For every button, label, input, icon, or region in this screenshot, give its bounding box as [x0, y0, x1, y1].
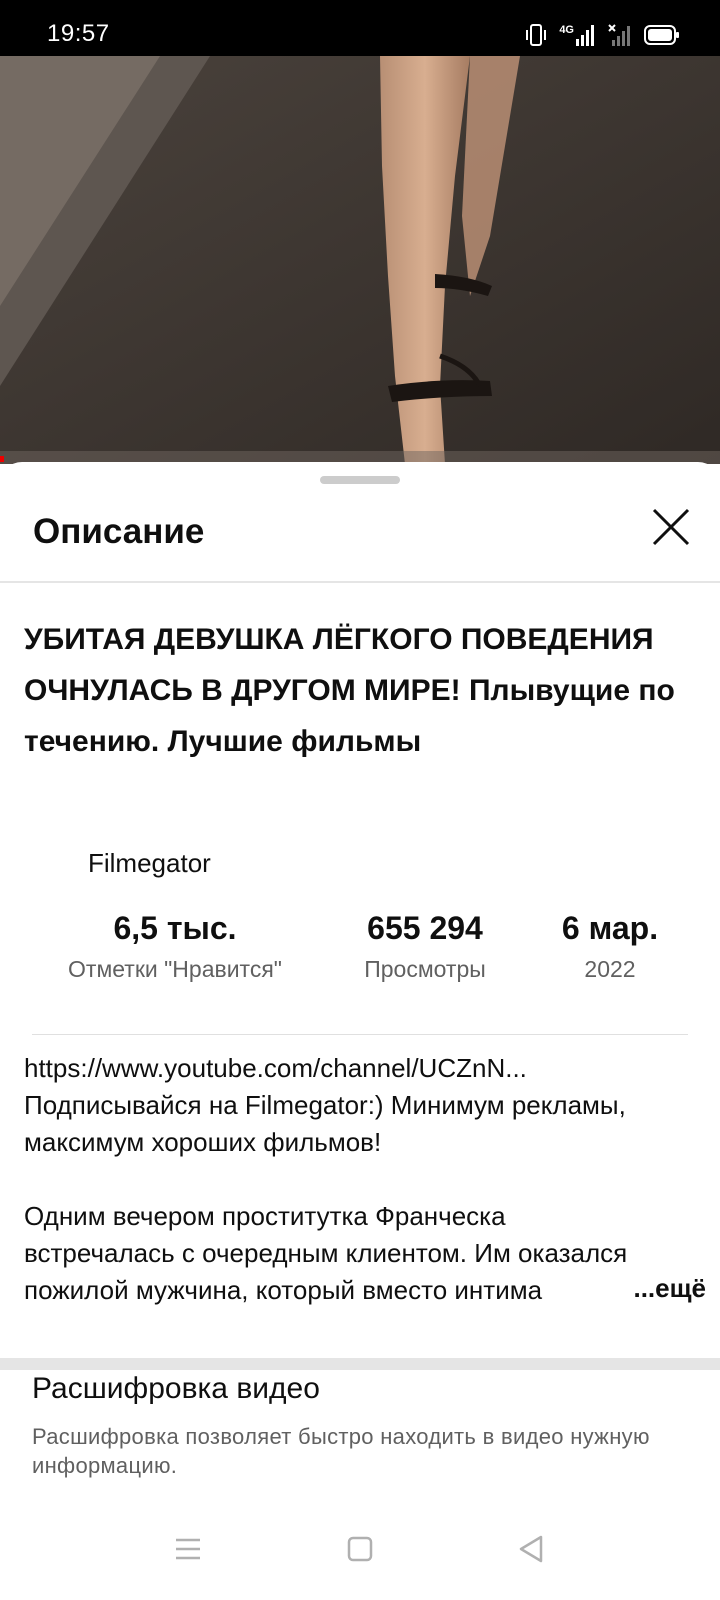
description-line: Подписывайся на Filmegator:) Минимум рек… — [24, 1090, 626, 1120]
home-square-icon — [347, 1536, 373, 1562]
more-container: ...ещё — [559, 1270, 706, 1307]
signal-4g-icon: 4G — [559, 24, 596, 46]
views-label: Просмотры — [364, 956, 486, 982]
description-line: встречалась с очередным клиентом. Им ока… — [24, 1238, 628, 1268]
header-divider — [0, 581, 720, 583]
description-line: Одним вечером проститутка Франческа — [24, 1201, 506, 1231]
transcript-title: Расшифровка видео — [32, 1372, 320, 1405]
description-spacer — [24, 1161, 700, 1198]
views-count: 655 294 — [367, 910, 483, 946]
battery-icon — [644, 25, 679, 45]
publish-date: 6 мар. — [561, 910, 659, 946]
network-type-label: 4G — [559, 24, 574, 36]
signal-no-sim-icon — [608, 24, 630, 46]
stats-divider — [32, 1034, 688, 1035]
section-separator — [0, 1358, 720, 1370]
video-player[interactable] — [0, 56, 720, 464]
likes-count: 6,5 тыс. — [113, 910, 237, 946]
likes-label: Отметки "Нравится" — [68, 956, 282, 982]
transcript-description: Расшифровка позволяет быстро находить в … — [32, 1424, 650, 1478]
show-more-button[interactable]: ...ещё — [629, 1273, 706, 1304]
description-link[interactable]: https://www.youtube.com/channel/UCZnN... — [24, 1050, 700, 1087]
views-stat: 655 294 Просмотры — [330, 908, 520, 983]
home-button[interactable] — [335, 1524, 385, 1574]
menu-icon — [176, 1538, 200, 1560]
status-icons: 4G — [525, 22, 680, 48]
video-frame — [0, 56, 720, 464]
likes-stat: 6,5 тыс. Отметки "Нравится" — [40, 908, 310, 983]
close-button[interactable] — [646, 502, 696, 552]
menu-button[interactable] — [163, 1524, 213, 1574]
video-title: УБИТАЯ ДЕВУШКА ЛЁГКОГО ПОВЕДЕНИЯ ОЧНУЛАС… — [24, 623, 675, 758]
sheet-title: Описание — [33, 512, 205, 551]
more-fade — [559, 1270, 630, 1307]
back-button[interactable] — [506, 1524, 556, 1574]
close-icon — [652, 508, 690, 546]
status-time: 19:57 — [47, 20, 110, 47]
vibrate-icon — [526, 24, 547, 46]
description-line: максимум хороших фильмов! — [24, 1127, 382, 1157]
video-progress-bar[interactable] — [0, 456, 4, 462]
back-triangle-icon — [519, 1535, 543, 1563]
system-nav-bar — [0, 1500, 720, 1600]
description-sheet: Описание УБИТАЯ ДЕВУШКА ЛЁГКОГО ПОВЕДЕНИ… — [0, 462, 720, 1600]
drag-handle[interactable] — [320, 476, 400, 484]
channel-name[interactable]: Filmegator — [88, 848, 211, 879]
status-bar: 19:57 4G — [0, 0, 720, 56]
publish-year: 2022 — [584, 956, 636, 982]
date-stat: 6 мар. 2022 — [540, 908, 680, 983]
